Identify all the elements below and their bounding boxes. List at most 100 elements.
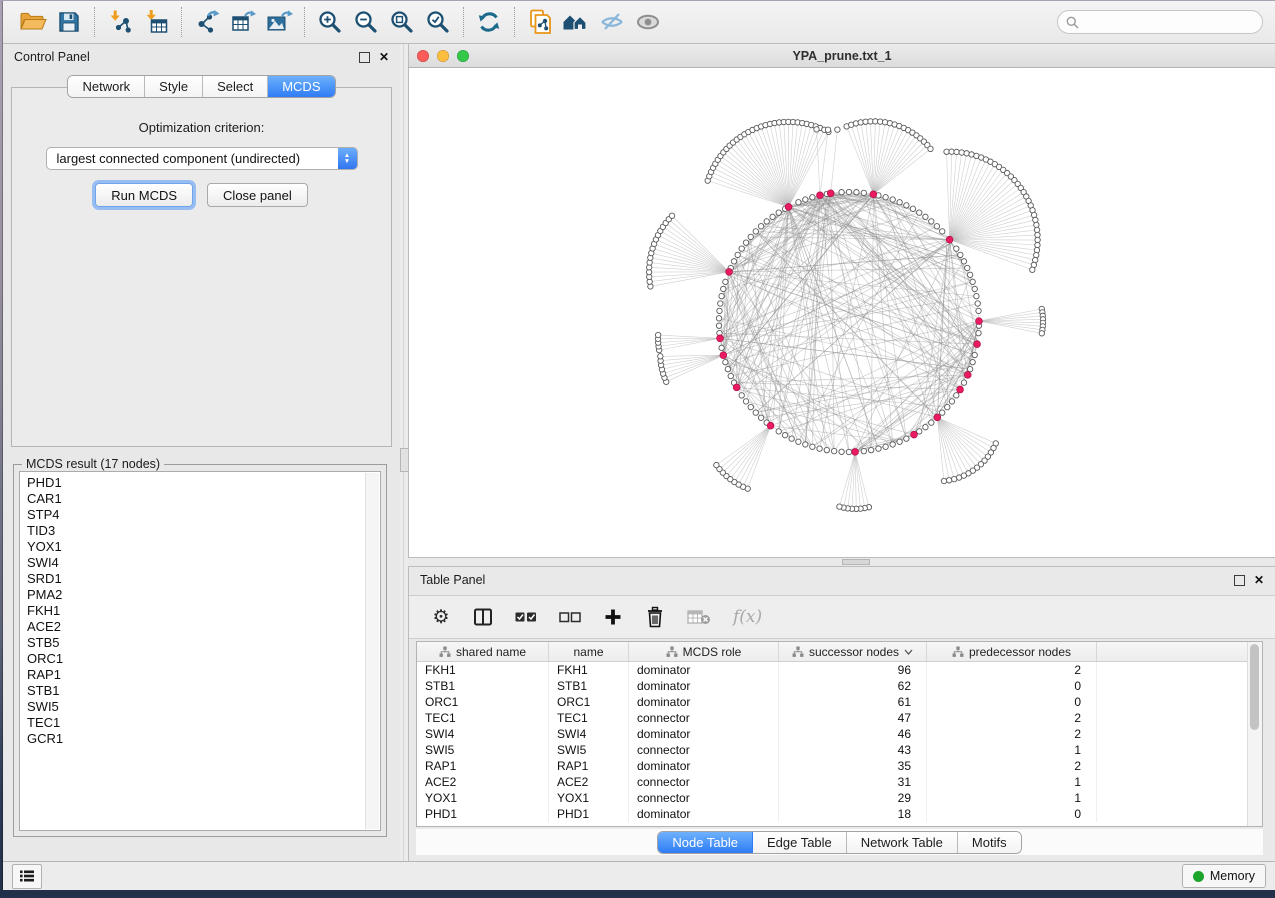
zoom-fit-button[interactable] bbox=[384, 5, 420, 39]
table-cell[interactable]: 2 bbox=[927, 710, 1097, 726]
mcds-result-item[interactable]: YOX1 bbox=[27, 539, 380, 555]
optimization-criterion-select[interactable]: largest connected component (undirected)… bbox=[46, 147, 358, 170]
mcds-list-scrollbar[interactable] bbox=[365, 473, 379, 829]
table-scrollbar[interactable] bbox=[1247, 642, 1262, 826]
mcds-result-item[interactable]: STB1 bbox=[27, 683, 380, 699]
network-window-titlebar[interactable]: YPA_prune.txt_1 bbox=[408, 44, 1275, 68]
memory-button[interactable]: Memory bbox=[1182, 864, 1266, 888]
import-table-button[interactable] bbox=[138, 5, 174, 39]
add-column-button[interactable] bbox=[603, 604, 623, 630]
table-row[interactable]: STB1STB1dominator620 bbox=[417, 678, 1262, 694]
search-field[interactable] bbox=[1057, 10, 1263, 34]
table-cell[interactable]: STB1 bbox=[417, 678, 549, 694]
table-cell[interactable]: SWI4 bbox=[549, 726, 629, 742]
mcds-result-item[interactable]: FKH1 bbox=[27, 603, 380, 619]
table-cell[interactable]: 1 bbox=[927, 774, 1097, 790]
table-cell[interactable]: RAP1 bbox=[549, 758, 629, 774]
settings-gear-button[interactable]: ⚙ bbox=[431, 604, 451, 630]
mcds-result-item[interactable]: PHD1 bbox=[27, 475, 380, 491]
table-cell[interactable]: FKH1 bbox=[417, 662, 549, 678]
run-mcds-button[interactable]: Run MCDS bbox=[95, 183, 193, 207]
table-cell[interactable]: connector bbox=[629, 774, 779, 790]
show-all-button[interactable] bbox=[630, 5, 666, 39]
table-cell[interactable]: ORC1 bbox=[417, 694, 549, 710]
open-file-button[interactable] bbox=[15, 5, 51, 39]
column-header-mcds-role[interactable]: MCDS role bbox=[629, 642, 779, 661]
column-header-successor-nodes[interactable]: successor nodes bbox=[779, 642, 927, 661]
mcds-result-item[interactable]: SRD1 bbox=[27, 571, 380, 587]
splitter-handle[interactable] bbox=[842, 559, 870, 565]
table-cell[interactable]: dominator bbox=[629, 678, 779, 694]
table-cell[interactable]: dominator bbox=[629, 758, 779, 774]
table-cell[interactable]: SWI5 bbox=[549, 742, 629, 758]
mcds-result-item[interactable]: PMA2 bbox=[27, 587, 380, 603]
table-cell[interactable]: 2 bbox=[927, 758, 1097, 774]
close-panel-icon[interactable]: ✕ bbox=[1254, 574, 1264, 586]
table-cell[interactable]: dominator bbox=[629, 806, 779, 822]
scrollbar-thumb[interactable] bbox=[1250, 644, 1259, 730]
network-graph[interactable] bbox=[409, 68, 1275, 562]
table-cell[interactable]: connector bbox=[629, 790, 779, 806]
table-row[interactable]: ORC1ORC1dominator610 bbox=[417, 694, 1262, 710]
tab-node-table[interactable]: Node Table bbox=[658, 832, 753, 853]
table-cell[interactable]: dominator bbox=[629, 694, 779, 710]
table-row[interactable]: YOX1YOX1connector291 bbox=[417, 790, 1262, 806]
export-table-button[interactable] bbox=[225, 5, 261, 39]
close-panel-icon[interactable]: ✕ bbox=[379, 51, 389, 63]
table-cell[interactable]: PHD1 bbox=[417, 806, 549, 822]
mcds-result-item[interactable]: RAP1 bbox=[27, 667, 380, 683]
table-cell[interactable]: FKH1 bbox=[549, 662, 629, 678]
table-cell[interactable]: YOX1 bbox=[417, 790, 549, 806]
table-cell[interactable]: 0 bbox=[927, 694, 1097, 710]
table-cell[interactable]: 29 bbox=[779, 790, 927, 806]
table-row[interactable]: ACE2ACE2connector311 bbox=[417, 774, 1262, 790]
tab-network[interactable]: Network bbox=[68, 76, 145, 97]
table-cell[interactable]: connector bbox=[629, 710, 779, 726]
mcds-result-item[interactable]: ACE2 bbox=[27, 619, 380, 635]
tab-edge-table[interactable]: Edge Table bbox=[753, 832, 847, 853]
column-header-name[interactable]: name bbox=[549, 642, 629, 661]
horizontal-splitter[interactable] bbox=[408, 557, 1275, 567]
mcds-result-list[interactable]: PHD1CAR1STP4TID3YOX1SWI4SRD1PMA2FKH1ACE2… bbox=[19, 471, 381, 831]
maximize-window-icon[interactable] bbox=[457, 50, 469, 62]
table-cell[interactable]: 62 bbox=[779, 678, 927, 694]
table-cell[interactable]: 0 bbox=[927, 678, 1097, 694]
float-panel-icon[interactable] bbox=[359, 52, 370, 63]
import-network-button[interactable] bbox=[102, 5, 138, 39]
tab-motifs[interactable]: Motifs bbox=[958, 832, 1021, 853]
table-row[interactable]: RAP1RAP1dominator352 bbox=[417, 758, 1262, 774]
mcds-result-item[interactable]: STP4 bbox=[27, 507, 380, 523]
mcds-result-item[interactable]: TID3 bbox=[27, 523, 380, 539]
select-all-rows-button[interactable] bbox=[515, 604, 537, 630]
mcds-result-item[interactable]: GCR1 bbox=[27, 731, 380, 747]
table-cell[interactable]: connector bbox=[629, 742, 779, 758]
table-cell[interactable]: YOX1 bbox=[549, 790, 629, 806]
first-neighbors-button[interactable] bbox=[558, 5, 594, 39]
function-builder-button[interactable]: f(x) bbox=[733, 604, 762, 630]
task-history-button[interactable] bbox=[12, 864, 42, 889]
delete-table-button[interactable] bbox=[687, 604, 711, 630]
column-header-predecessor-nodes[interactable]: predecessor nodes bbox=[927, 642, 1097, 661]
tab-style[interactable]: Style bbox=[145, 76, 203, 97]
table-cell[interactable]: 61 bbox=[779, 694, 927, 710]
refresh-button[interactable] bbox=[471, 5, 507, 39]
table-cell[interactable]: 0 bbox=[927, 806, 1097, 822]
table-cell[interactable]: ACE2 bbox=[417, 774, 549, 790]
network-view-canvas[interactable] bbox=[408, 68, 1275, 557]
mcds-result-item[interactable]: CAR1 bbox=[27, 491, 380, 507]
close-panel-button[interactable]: Close panel bbox=[207, 183, 308, 207]
table-row[interactable]: PHD1PHD1dominator180 bbox=[417, 806, 1262, 822]
duplicate-page-button[interactable] bbox=[522, 5, 558, 39]
tab-select[interactable]: Select bbox=[203, 76, 268, 97]
float-panel-icon[interactable] bbox=[1234, 575, 1245, 586]
mcds-result-item[interactable]: TEC1 bbox=[27, 715, 380, 731]
table-row[interactable]: TEC1TEC1connector472 bbox=[417, 710, 1262, 726]
close-window-icon[interactable] bbox=[417, 50, 429, 62]
table-cell[interactable]: 46 bbox=[779, 726, 927, 742]
table-cell[interactable]: RAP1 bbox=[417, 758, 549, 774]
minimize-window-icon[interactable] bbox=[437, 50, 449, 62]
table-cell[interactable]: dominator bbox=[629, 662, 779, 678]
delete-column-button[interactable] bbox=[645, 604, 665, 630]
mcds-result-item[interactable]: STB5 bbox=[27, 635, 380, 651]
mcds-result-item[interactable]: SWI5 bbox=[27, 699, 380, 715]
